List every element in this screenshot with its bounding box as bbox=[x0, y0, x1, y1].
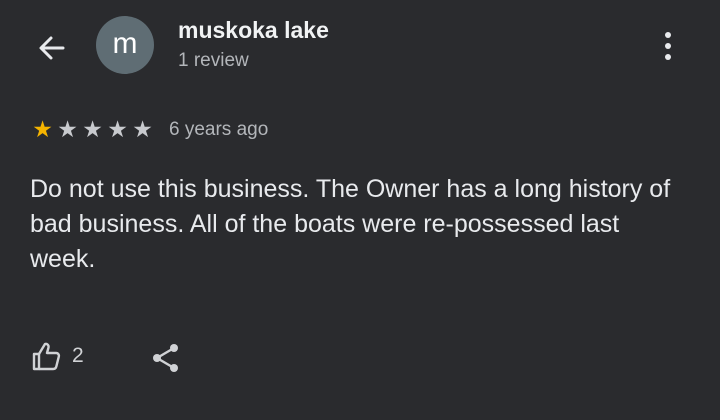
star-empty-icon: ★ bbox=[82, 116, 103, 142]
share-button[interactable] bbox=[148, 340, 184, 376]
share-icon bbox=[153, 344, 178, 372]
star-filled-icon: ★ bbox=[32, 116, 53, 142]
review-screen: m muskoka lake 1 review ★ ★ ★ ★ ★ 6 years ag… bbox=[0, 0, 720, 420]
review-count: 1 review bbox=[178, 50, 249, 71]
more-vertical-icon bbox=[665, 32, 671, 38]
avatar[interactable]: m bbox=[96, 16, 154, 74]
review-date: 6 years ago bbox=[169, 118, 269, 140]
star-rating: ★ ★ ★ ★ ★ bbox=[30, 118, 155, 141]
reviewer-name[interactable]: muskoka lake bbox=[178, 17, 329, 44]
star-empty-icon: ★ bbox=[57, 116, 78, 142]
arrow-left-icon bbox=[39, 36, 65, 60]
rating-row: ★ ★ ★ ★ ★ 6 years ago bbox=[30, 118, 268, 141]
avatar-letter: m bbox=[112, 26, 138, 60]
review-text: Do not use this business. The Owner has … bbox=[30, 175, 671, 273]
more-options-button[interactable] bbox=[650, 26, 686, 66]
thumbs-up-icon bbox=[32, 342, 61, 371]
like-count: 2 bbox=[72, 344, 84, 367]
more-dot bbox=[665, 43, 671, 49]
more-dot bbox=[665, 54, 671, 60]
star-empty-icon: ★ bbox=[132, 116, 153, 142]
like-button[interactable]: 2 bbox=[30, 340, 84, 372]
back-button[interactable] bbox=[32, 28, 72, 68]
star-empty-icon: ★ bbox=[107, 116, 128, 142]
